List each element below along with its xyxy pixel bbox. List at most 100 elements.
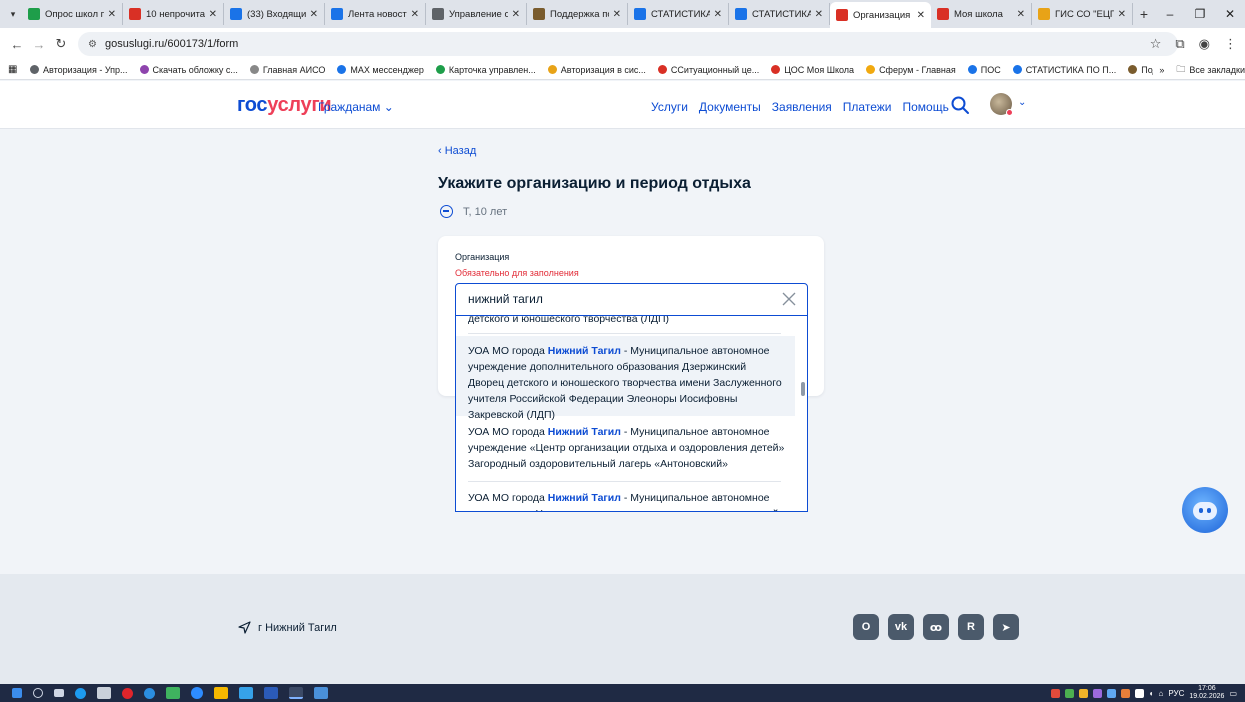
opera-icon[interactable] — [122, 687, 133, 699]
assistant-robot-icon[interactable] — [1182, 487, 1228, 533]
file-explorer-icon[interactable] — [314, 687, 328, 699]
browser-tab[interactable]: Поддержка по ✕ — [527, 3, 628, 25]
back-link[interactable]: ‹ Назад — [438, 145, 476, 157]
bookmark-item[interactable]: Главная АИСО — [249, 65, 325, 75]
ok-icon[interactable]: O — [853, 614, 879, 640]
bookmark-item[interactable]: ПОС — [967, 65, 1001, 75]
back-arrow-icon[interactable]: ← — [6, 37, 28, 52]
nav-item[interactable]: Услуги — [651, 100, 688, 114]
task-view-icon[interactable] — [54, 689, 64, 697]
region-selector[interactable]: г Нижний Тагил — [238, 621, 337, 634]
tray-app-icon[interactable] — [1050, 688, 1060, 698]
all-bookmarks-button[interactable]: Все закладки — [1189, 65, 1245, 75]
tab-close-icon[interactable]: ✕ — [613, 9, 621, 20]
menu-icon[interactable]: ⋮ — [1224, 36, 1237, 52]
reload-icon[interactable]: ↻ — [50, 36, 72, 52]
browser-tab[interactable]: Организация ✕ — [830, 2, 931, 28]
clock[interactable]: 17:06 19.02.2026 — [1189, 685, 1224, 701]
tab-close-icon[interactable]: ✕ — [815, 9, 823, 20]
search-icon[interactable] — [950, 95, 970, 115]
start-icon[interactable] — [12, 688, 22, 698]
internet-explorer-icon[interactable] — [144, 687, 155, 699]
skype-icon[interactable] — [75, 687, 86, 699]
nav-item[interactable]: Платежи — [843, 100, 892, 114]
browser-tab[interactable]: Лента новосте ✕ — [325, 3, 426, 25]
bookmarks-more-button[interactable]: » — [1159, 65, 1164, 75]
minimize-icon[interactable]: – — [1155, 7, 1185, 21]
new-tab-button[interactable]: + — [1133, 6, 1155, 22]
tab-close-icon[interactable]: ✕ — [714, 9, 722, 20]
tab-close-icon[interactable]: ✕ — [917, 10, 925, 21]
vk-icon[interactable]: vk — [888, 614, 914, 640]
network-icon[interactable]: ⌂ — [1159, 689, 1164, 698]
browser-tab[interactable]: Опрос школ п ✕ — [22, 3, 123, 25]
chevron-down-icon[interactable]: ⌄ — [1018, 97, 1026, 108]
rutube-icon[interactable]: R — [958, 614, 984, 640]
app-icon[interactable] — [166, 687, 180, 699]
bookmark-item[interactable]: Авторизация - Упр... — [30, 65, 128, 75]
odnoklassniki-icon[interactable]: ꝏ — [923, 614, 949, 640]
tray-app-icon[interactable] — [1106, 688, 1116, 698]
bookmark-item[interactable]: Авторизация в сис... — [547, 65, 646, 75]
dropdown-option[interactable]: УОА МО города Нижний Тагил - Муниципальн… — [456, 336, 795, 421]
notifications-icon[interactable]: ▭ — [1229, 689, 1237, 698]
avatar[interactable] — [990, 93, 1013, 116]
tab-close-icon[interactable]: ✕ — [1017, 9, 1025, 20]
browser-tab[interactable]: СТАТИСТИКА ✕ — [628, 3, 729, 25]
app-icon[interactable] — [97, 687, 111, 699]
tab-close-icon[interactable]: ✕ — [411, 9, 419, 20]
search-icon[interactable] — [33, 688, 43, 698]
tab-close-icon[interactable]: ✕ — [209, 9, 217, 20]
apps-grid-icon[interactable]: ▦ — [8, 64, 22, 75]
profile-icon[interactable]: ◉ — [1199, 36, 1210, 52]
browser-tab[interactable]: 10 непрочитан ✕ — [123, 3, 224, 25]
tray-app-icon[interactable] — [1064, 688, 1074, 698]
app-icon[interactable] — [239, 687, 253, 699]
bookmark-star-icon[interactable]: ☆ — [1150, 36, 1162, 52]
organization-search-field[interactable] — [455, 283, 808, 316]
browser-tab[interactable]: Моя школа ✕ — [931, 3, 1032, 25]
zoom-icon[interactable] — [191, 687, 203, 699]
browser-tab[interactable]: СТАТИСТИКА ✕ — [729, 3, 830, 25]
bookmark-item[interactable]: ЦОС Моя Школа — [771, 65, 854, 75]
dropdown-option[interactable]: УОА МО города Нижний Тагил - Муниципальн… — [456, 424, 795, 472]
tray-app-icon[interactable] — [1092, 688, 1102, 698]
chrome-icon[interactable] — [289, 687, 303, 699]
tab-close-icon[interactable]: ✕ — [108, 9, 116, 20]
volume-icon[interactable]: ◖ — [1149, 689, 1154, 698]
dropdown-option[interactable]: детского и юношеского творчества (ЛДП) — [456, 316, 795, 327]
browser-tab[interactable]: (33) Входящие ✕ — [224, 3, 325, 25]
bookmark-item[interactable]: Скачать обложку с... — [139, 65, 238, 75]
bookmark-item[interactable]: ССитуационный це... — [657, 65, 759, 75]
tray-app-icon[interactable] — [1078, 688, 1088, 698]
browser-tab[interactable]: Управление о ✕ — [426, 3, 527, 25]
citizens-menu[interactable]: Гражданам ⌄ — [318, 100, 394, 114]
tab-close-icon[interactable]: ✕ — [512, 9, 520, 20]
close-window-icon[interactable]: ✕ — [1215, 7, 1245, 21]
language-indicator[interactable]: РУС — [1168, 689, 1184, 698]
restore-icon[interactable]: ❐ — [1185, 7, 1215, 21]
dropdown-option[interactable]: УОА МО города Нижний Тагил - Муниципальн… — [456, 490, 795, 511]
extensions-icon[interactable]: ⧉ — [1175, 36, 1184, 52]
url-field[interactable]: ⚙ gosuslugi.ru/600173/1/form — [78, 32, 1178, 56]
organization-search-input[interactable] — [468, 292, 768, 306]
tray-app-icon[interactable] — [1120, 688, 1130, 698]
bookmark-item[interactable]: СТАТИСТИКА ПО П... — [1012, 65, 1116, 75]
dropdown-scrollbar[interactable] — [801, 382, 805, 396]
browser-tab[interactable]: ГИС СО "ЕЦП" ✕ — [1032, 3, 1133, 25]
nav-item[interactable]: Документы — [699, 100, 761, 114]
nav-item[interactable]: Помощь — [902, 100, 948, 114]
nav-item[interactable]: Заявления — [772, 100, 832, 114]
tray-app-icon[interactable] — [1134, 688, 1144, 698]
tab-close-icon[interactable]: ✕ — [1118, 9, 1126, 20]
site-info-icon[interactable]: ⚙ — [88, 39, 97, 50]
clear-icon[interactable] — [781, 291, 797, 307]
word-icon[interactable] — [264, 687, 278, 699]
app-icon[interactable] — [214, 687, 228, 699]
forward-arrow-icon[interactable]: → — [28, 37, 50, 52]
tab-close-icon[interactable]: ✕ — [310, 9, 318, 20]
bookmark-item[interactable]: Карточка управлен... — [435, 65, 536, 75]
bookmark-item[interactable]: MAX мессенджер — [337, 65, 424, 75]
telegram-icon[interactable]: ➤ — [993, 614, 1019, 640]
tab-search-icon[interactable]: ▾ — [4, 0, 22, 28]
